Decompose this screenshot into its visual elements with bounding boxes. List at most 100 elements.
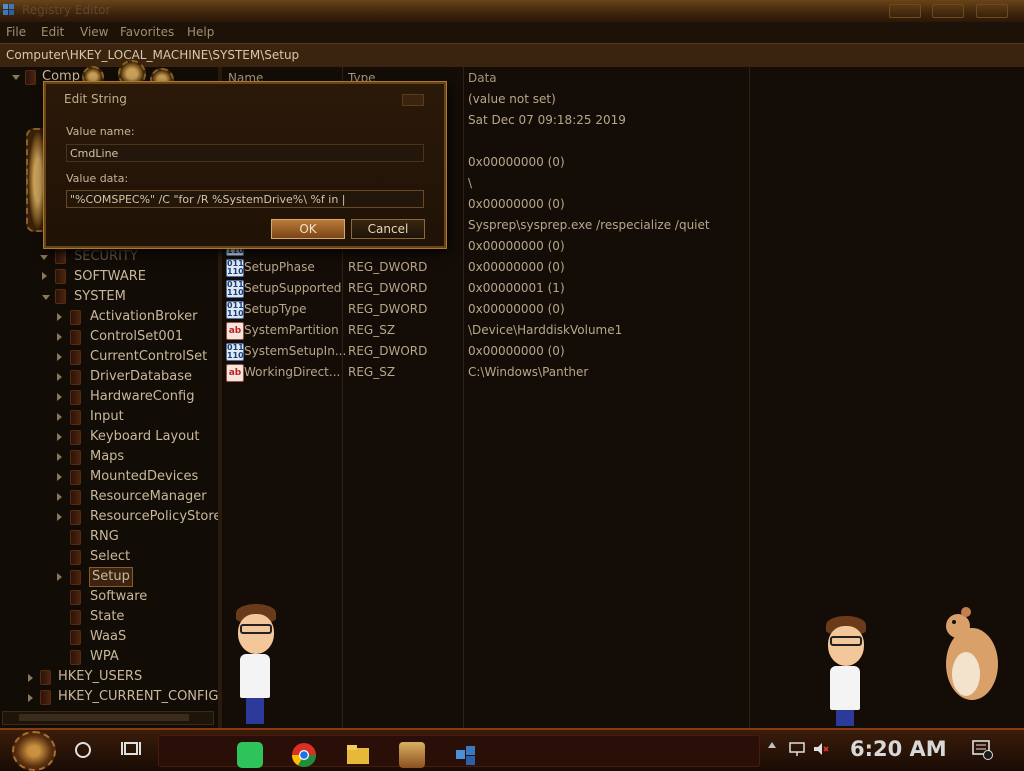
address-path[interactable]: Computer\HKEY_LOCAL_MACHINE\SYSTEM\Setup <box>6 48 299 62</box>
tree-item-activationbroker[interactable]: ActivationBroker <box>90 308 197 326</box>
tree-item-resourcemanager[interactable]: ResourceManager <box>90 488 207 506</box>
tree-item-rng[interactable]: RNG <box>90 528 119 546</box>
collapsed-arrow-icon[interactable] <box>57 393 62 401</box>
menu-help[interactable]: Help <box>187 25 214 39</box>
value-row[interactable]: ab SystemPartition REG_SZ \Device\HarddiskV… <box>222 320 752 341</box>
menu-file[interactable]: File <box>6 25 26 39</box>
value-row[interactable]: 011 110 SetupSupported REG_DWORD 0x00000001 … <box>222 278 752 299</box>
dialog-close-button[interactable] <box>402 94 424 106</box>
tree-item-currentcontrolset[interactable]: CurrentControlSet <box>90 348 207 366</box>
tree-item-wpa[interactable]: WPA <box>90 648 119 666</box>
collapsed-arrow-icon[interactable] <box>57 433 62 441</box>
network-icon[interactable] <box>788 740 806 758</box>
tree-item-hardwareconfig[interactable]: HardwareConfig <box>90 388 194 406</box>
menu-view[interactable]: View <box>80 25 108 39</box>
value-type: REG_SZ <box>348 365 396 379</box>
tree-item-system[interactable]: SYSTEM <box>74 288 126 306</box>
folder-icon <box>70 350 81 365</box>
value-type: REG_DWORD <box>348 281 428 295</box>
collapsed-arrow-icon[interactable] <box>42 272 47 280</box>
address-bar[interactable]: Computer\HKEY_LOCAL_MACHINE\SYSTEM\Setup <box>0 43 1024 69</box>
folder-icon <box>70 530 81 545</box>
collapsed-arrow-icon[interactable] <box>57 513 62 521</box>
binary-value-icon: 011110 <box>226 301 244 319</box>
collapsed-arrow-icon[interactable] <box>57 373 62 381</box>
collapsed-arrow-icon[interactable] <box>57 473 62 481</box>
menu-favorites[interactable]: Favorites <box>120 25 174 39</box>
value-data-field[interactable]: "%COMSPEC%" /C "for /R %SystemDrive%\ %f… <box>66 190 424 208</box>
collapsed-arrow-icon[interactable] <box>57 453 62 461</box>
game-icon[interactable] <box>399 742 425 768</box>
tree-item-state[interactable]: State <box>90 608 124 626</box>
chrome-icon[interactable] <box>291 742 317 768</box>
tree-item-security[interactable]: SECURITY <box>74 248 138 266</box>
expand-arrow-icon[interactable] <box>40 255 48 260</box>
close-button[interactable] <box>976 4 1008 18</box>
tree-item-hkey-current-config[interactable]: HKEY_CURRENT_CONFIG <box>58 688 218 706</box>
show-hidden-icons-icon[interactable] <box>768 742 776 748</box>
tree-item-driverdatabase[interactable]: DriverDatabase <box>90 368 192 386</box>
value-data: 0x00000001 (1) <box>468 281 565 295</box>
value-data: 0x00000000 (0) <box>468 155 565 169</box>
tree-item-hkey-users[interactable]: HKEY_USERS <box>58 668 142 686</box>
file-explorer-icon[interactable] <box>345 742 371 768</box>
collapsed-arrow-icon[interactable] <box>57 493 62 501</box>
column-header-data[interactable]: Data <box>468 71 497 85</box>
dialog-title: Edit String <box>64 92 127 106</box>
collapsed-arrow-icon[interactable] <box>28 694 33 702</box>
value-row[interactable]: 011 110 SetupPhase REG_DWORD 0x00000000 (0) <box>222 257 752 278</box>
tree-item-select[interactable]: Select <box>90 548 130 566</box>
tree-item-input[interactable]: Input <box>90 408 124 426</box>
tree-item-waas[interactable]: WaaS <box>90 628 126 646</box>
maximize-button[interactable] <box>932 4 964 18</box>
edit-string-dialog[interactable]: Edit String Value name: CmdLine Value da… <box>44 82 446 248</box>
registry-editor-icon[interactable] <box>453 742 479 768</box>
tree-horizontal-scrollbar[interactable] <box>2 711 214 725</box>
folder-icon <box>70 570 81 585</box>
tree-item-setup[interactable]: Setup <box>89 567 133 587</box>
tree-item-maps[interactable]: Maps <box>90 448 124 466</box>
spotify-icon[interactable] <box>237 742 263 768</box>
collapsed-arrow-icon[interactable] <box>57 413 62 421</box>
tree-item-software[interactable]: Software <box>90 588 147 606</box>
notification-icon[interactable] <box>972 740 994 760</box>
value-row[interactable]: 011 110 SetupType REG_DWORD 0x00000000 (0) <box>222 299 752 320</box>
collapsed-arrow-icon[interactable] <box>57 313 62 321</box>
ok-button[interactable]: OK <box>271 219 345 239</box>
value-row[interactable]: 011 110 SystemSetupIn... REG_DWORD 0x0000000… <box>222 341 752 362</box>
value-name-field[interactable]: CmdLine <box>66 144 424 162</box>
binary-value-icon: 011110 <box>226 280 244 298</box>
volume-muted-icon[interactable] <box>812 740 830 758</box>
value-row[interactable]: ab WorkingDirect... REG_SZ C:\Windows\Panth… <box>222 362 752 383</box>
value-data: 0x00000000 (0) <box>468 344 565 358</box>
tree-item-keyboard-layout[interactable]: Keyboard Layout <box>90 428 199 446</box>
expand-arrow-icon[interactable] <box>42 295 50 300</box>
start-gear-icon[interactable] <box>12 731 56 771</box>
task-view-icon[interactable] <box>121 740 141 758</box>
tree-item-controlset001[interactable]: ControlSet001 <box>90 328 183 346</box>
title-bar[interactable]: Registry Editor <box>0 0 1024 23</box>
folder-icon <box>70 550 81 565</box>
minimize-button[interactable] <box>889 4 921 18</box>
tree-item-software[interactable]: SOFTWARE <box>74 268 146 286</box>
collapsed-arrow-icon[interactable] <box>57 333 62 341</box>
string-value-icon: ab <box>226 322 244 340</box>
value-name: SetupType <box>244 302 307 316</box>
scrollbar-thumb[interactable] <box>19 714 189 721</box>
collapsed-arrow-icon[interactable] <box>57 353 62 361</box>
folder-icon <box>70 490 81 505</box>
taskbar: 6:20 AM <box>0 728 1024 771</box>
cortana-circle-icon[interactable] <box>75 742 91 758</box>
tree-item-resourcepolicystore[interactable]: ResourcePolicyStore <box>90 508 221 526</box>
cancel-button[interactable]: Cancel <box>351 219 425 239</box>
expand-arrow-icon[interactable] <box>12 75 20 80</box>
string-value-icon: ab <box>226 364 244 382</box>
value-type: REG_DWORD <box>348 260 428 274</box>
value-type: REG_SZ <box>348 323 396 337</box>
tree-item-mounteddevices[interactable]: MountedDevices <box>90 468 198 486</box>
collapsed-arrow-icon[interactable] <box>28 674 33 682</box>
collapsed-arrow-icon[interactable] <box>57 573 62 581</box>
taskbar-clock[interactable]: 6:20 AM <box>850 737 947 761</box>
folder-icon <box>55 249 66 264</box>
menu-edit[interactable]: Edit <box>41 25 64 39</box>
